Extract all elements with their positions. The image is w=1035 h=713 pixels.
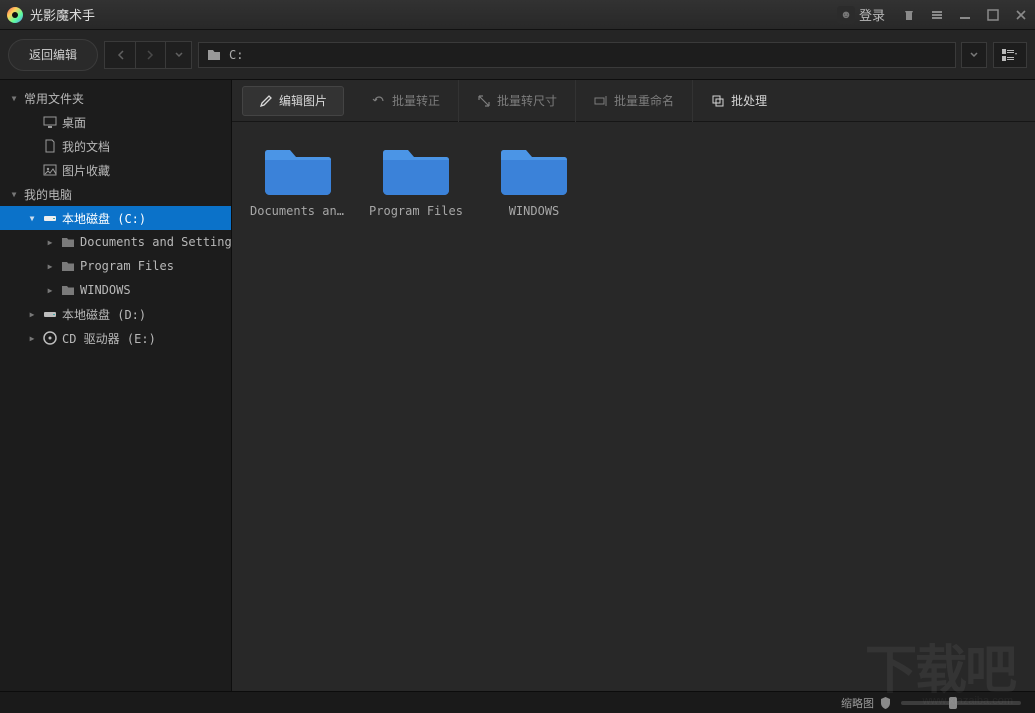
nav-arrow-group bbox=[104, 41, 192, 69]
tree-drive-c[interactable]: ▼ 本地磁盘 (C:) bbox=[0, 206, 231, 230]
tree-documents[interactable]: ▶ 我的文档 bbox=[0, 134, 231, 158]
batch-label: 批处理 bbox=[731, 92, 767, 109]
desktop-icon bbox=[42, 114, 58, 130]
expand-icon: ▶ bbox=[44, 260, 56, 272]
computer-label: 我的电脑 bbox=[24, 186, 72, 203]
folder-label: Documents an... bbox=[250, 204, 346, 218]
folder-item[interactable]: Documents an... bbox=[250, 140, 346, 218]
folder-item[interactable]: Program Files bbox=[368, 140, 464, 218]
current-path: C: bbox=[229, 48, 243, 62]
login-button[interactable]: ☻ 登录 bbox=[827, 5, 895, 24]
folder-icon bbox=[207, 49, 221, 61]
back-label: 返回编辑 bbox=[29, 46, 77, 63]
tree-computer[interactable]: ▼ 我的电脑 bbox=[0, 182, 231, 206]
favorites-label: 常用文件夹 bbox=[24, 90, 84, 107]
folder-item[interactable]: WINDOWS bbox=[486, 140, 582, 218]
folder-label: WINDOWS bbox=[509, 204, 560, 218]
rename-label: 批量重命名 bbox=[614, 92, 674, 109]
expand-icon: ▶ bbox=[26, 332, 38, 344]
app-logo-icon bbox=[6, 6, 24, 24]
close-button[interactable] bbox=[1007, 4, 1035, 26]
minimize-button[interactable] bbox=[951, 4, 979, 26]
nav-history-dropdown[interactable] bbox=[165, 42, 191, 68]
document-icon bbox=[42, 138, 58, 154]
maximize-button[interactable] bbox=[979, 4, 1007, 26]
menu-button[interactable] bbox=[923, 4, 951, 26]
nav-back-button[interactable] bbox=[105, 42, 135, 68]
edit-label: 编辑图片 bbox=[279, 92, 327, 109]
view-mode-button[interactable] bbox=[993, 42, 1027, 68]
rename-icon bbox=[594, 94, 608, 108]
disk-icon bbox=[42, 306, 58, 322]
folder-grid: Documents an... Program Files WINDOWS bbox=[232, 122, 1035, 691]
tree-favorites[interactable]: ▼ 常用文件夹 bbox=[0, 86, 231, 110]
title-right: ☻ 登录 bbox=[827, 4, 1035, 26]
login-label: 登录 bbox=[859, 5, 885, 24]
tree-drive-e-cd[interactable]: ▶ CD 驱动器 (E:) bbox=[0, 326, 231, 350]
pictures-label: 图片收藏 bbox=[62, 162, 110, 179]
batch-rename-button[interactable]: 批量重命名 bbox=[576, 80, 693, 122]
status-bar: 缩略图 bbox=[0, 691, 1035, 713]
skin-button[interactable] bbox=[895, 4, 923, 26]
path-dropdown-button[interactable] bbox=[961, 42, 987, 68]
expand-icon: ▶ bbox=[44, 284, 56, 296]
thumbnail-label: 缩略图 bbox=[841, 695, 874, 711]
pictures-icon bbox=[42, 162, 58, 178]
documents-label: 我的文档 bbox=[62, 138, 110, 155]
expand-icon: ▶ bbox=[26, 308, 38, 320]
collapse-icon: ▼ bbox=[26, 212, 38, 224]
folder-label: Program Files bbox=[369, 204, 463, 218]
c-sub1-label: Documents and Settings bbox=[80, 235, 232, 249]
folder-icon bbox=[60, 282, 76, 298]
disk-icon bbox=[42, 210, 58, 226]
tree-desktop[interactable]: ▶ 桌面 bbox=[0, 110, 231, 134]
folder-icon bbox=[60, 234, 76, 250]
user-face-icon: ☻ bbox=[837, 6, 855, 24]
rotate-label: 批量转正 bbox=[392, 92, 440, 109]
drive-d-label: 本地磁盘 (D:) bbox=[62, 306, 146, 323]
tree-c-program-files[interactable]: ▶ Program Files bbox=[0, 254, 231, 278]
resize-label: 批量转尺寸 bbox=[497, 92, 557, 109]
collapse-icon: ▼ bbox=[8, 188, 20, 200]
c-sub3-label: WINDOWS bbox=[80, 283, 131, 297]
drive-c-label: 本地磁盘 (C:) bbox=[62, 210, 146, 227]
collapse-icon: ▼ bbox=[8, 92, 20, 104]
tree-c-docs-settings[interactable]: ▶ Documents and Settings bbox=[0, 230, 231, 254]
cd-icon bbox=[42, 330, 58, 346]
drive-e-label: CD 驱动器 (E:) bbox=[62, 330, 156, 347]
c-sub2-label: Program Files bbox=[80, 259, 174, 273]
shield-icon bbox=[880, 697, 891, 709]
nav-toolbar: 返回编辑 C: bbox=[0, 30, 1035, 80]
content-area: 编辑图片 批量转正 批量转尺寸 批量重命名 批处理 bbox=[232, 80, 1035, 691]
batch-resize-button[interactable]: 批量转尺寸 bbox=[459, 80, 576, 122]
desktop-label: 桌面 bbox=[62, 114, 86, 131]
app-title: 光影魔术手 bbox=[30, 5, 95, 24]
path-bar[interactable]: C: bbox=[198, 42, 956, 68]
rotate-icon bbox=[372, 94, 386, 108]
batch-icon bbox=[711, 94, 725, 108]
folder-large-icon bbox=[498, 140, 570, 198]
back-to-edit-button[interactable]: 返回编辑 bbox=[8, 39, 98, 71]
thumbnail-size-slider[interactable] bbox=[901, 701, 1021, 705]
nav-forward-button[interactable] bbox=[135, 42, 165, 68]
tree-c-windows[interactable]: ▶ WINDOWS bbox=[0, 278, 231, 302]
folder-large-icon bbox=[262, 140, 334, 198]
tree-drive-d[interactable]: ▶ 本地磁盘 (D:) bbox=[0, 302, 231, 326]
edit-image-button[interactable]: 编辑图片 bbox=[242, 86, 344, 116]
sidebar: ▼ 常用文件夹 ▶ 桌面 ▶ 我的文档 ▶ 图片收藏 ▼ 我的电脑 ▼ 本地磁盘… bbox=[0, 80, 232, 691]
pencil-icon bbox=[259, 94, 273, 108]
main-area: ▼ 常用文件夹 ▶ 桌面 ▶ 我的文档 ▶ 图片收藏 ▼ 我的电脑 ▼ 本地磁盘… bbox=[0, 80, 1035, 691]
expand-icon: ▶ bbox=[44, 236, 56, 248]
folder-icon bbox=[60, 258, 76, 274]
tree-pictures[interactable]: ▶ 图片收藏 bbox=[0, 158, 231, 182]
folder-large-icon bbox=[380, 140, 452, 198]
edit-toolbar: 编辑图片 批量转正 批量转尺寸 批量重命名 批处理 bbox=[232, 80, 1035, 122]
batch-rotate-button[interactable]: 批量转正 bbox=[354, 80, 459, 122]
resize-icon bbox=[477, 94, 491, 108]
title-bar: 光影魔术手 ☻ 登录 bbox=[0, 0, 1035, 30]
batch-process-button[interactable]: 批处理 bbox=[693, 80, 785, 122]
